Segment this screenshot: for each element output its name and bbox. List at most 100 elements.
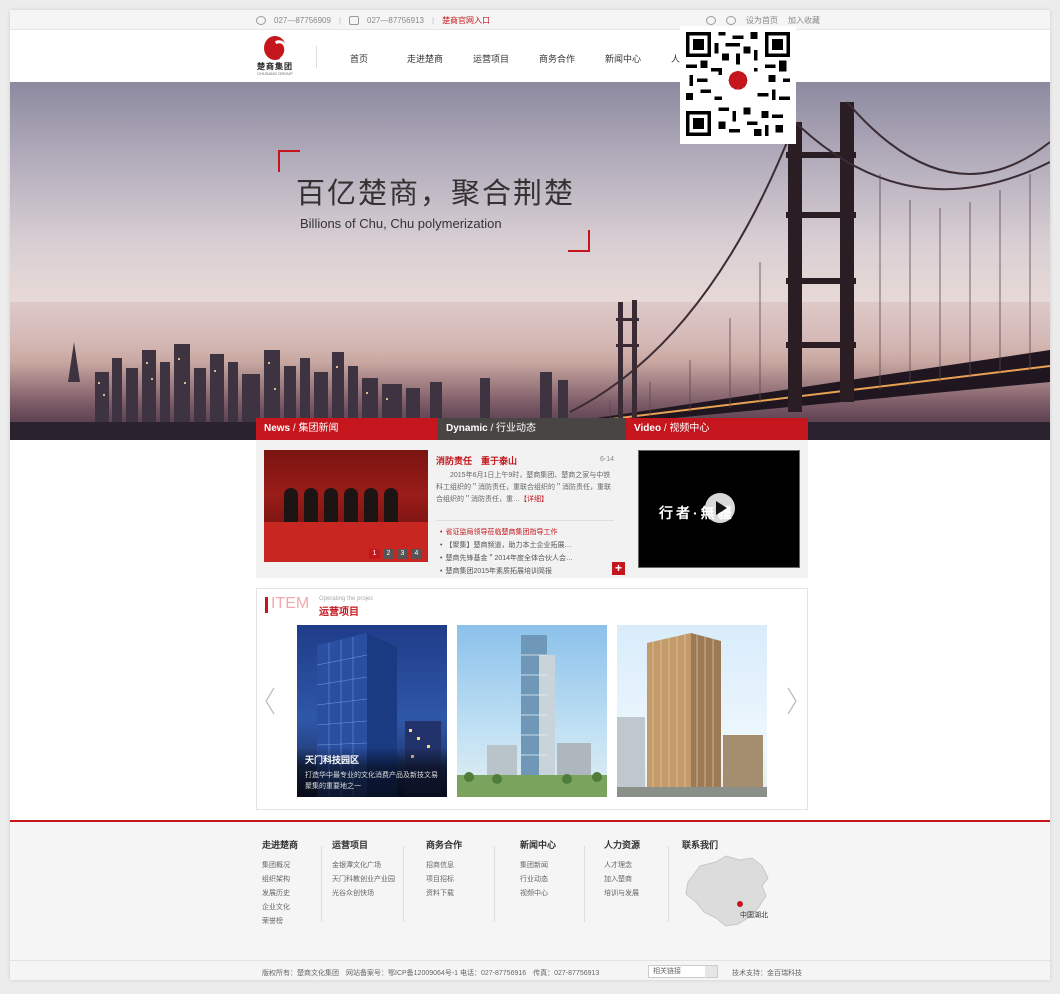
footer-heading: 人力资源: [604, 840, 641, 850]
footer-link[interactable]: 行业动态: [520, 873, 556, 887]
section-big-title: ITEM: [271, 595, 310, 612]
tab-news-zh: / 集团新闻: [292, 423, 339, 434]
project-caption: 天门科技园区 打造华中最专业的文化消费产品及新技文易聚集的重要地之一: [297, 747, 447, 797]
footer-link[interactable]: 集团概况: [262, 859, 298, 873]
china-map[interactable]: 中国湖北: [682, 852, 772, 936]
project-card[interactable]: 天门科技园区 打造华中最专业的文化消费产品及新技文易聚集的重要地之一: [297, 625, 447, 797]
news-photo-people: [284, 488, 398, 524]
list-item[interactable]: 【聚集】楚商频道，助力本土企业拓展…: [440, 539, 573, 552]
footer-divider: [584, 846, 585, 922]
logo[interactable]: 楚商集团 CHUSANG GROUP: [256, 36, 294, 78]
bridge-skyline-image: [10, 101, 1050, 440]
news-date: 6-14: [600, 456, 615, 463]
footer-link[interactable]: 天门科教创业产业园: [332, 873, 395, 887]
hero-banner: 百亿楚商，聚合荆楚 Billions of Chu, Chu polymeriz…: [10, 82, 1050, 440]
carousel-prev-button[interactable]: [265, 687, 275, 715]
fax-icon: [349, 16, 360, 25]
footer-link[interactable]: 组织架构: [262, 873, 298, 887]
qr-code-icon: [686, 32, 790, 136]
tab-video-en: Video: [634, 423, 662, 434]
footer-heading: 走进楚商: [262, 840, 299, 850]
footer-link[interactable]: 人才理念: [604, 859, 640, 873]
weibo-icon[interactable]: [706, 16, 716, 25]
nav-business[interactable]: 商务合作: [524, 52, 590, 65]
tech-support: 技术支持：金百瑞科技: [732, 970, 802, 977]
building-image: [617, 633, 767, 797]
footer-col-hr: 人力资源 人才理念 加入楚商 培训与发展: [604, 838, 640, 901]
phone-icon: [256, 16, 266, 25]
news-divider: [436, 520, 614, 521]
tab-news-en: News: [264, 423, 291, 434]
project-card[interactable]: [457, 625, 607, 797]
copyright-text: 版权所有：楚商文化集团 网站备案号：鄂ICP备12009064号-1 电话：02…: [262, 970, 600, 977]
footer-link[interactable]: 企业文化: [262, 901, 298, 915]
footer-link[interactable]: 光谷众创快场: [332, 887, 395, 901]
video-player[interactable]: 行者·無疆: [638, 450, 800, 568]
header: 楚商集团 CHUSANG GROUP 首页 走进楚商 运营项目 商务合作 新闻中…: [10, 30, 1050, 82]
logo-mark-icon: [264, 36, 286, 60]
news-photo[interactable]: 1 2 3 4: [264, 450, 428, 562]
pager-dot[interactable]: 1: [369, 549, 380, 559]
wechat-icon[interactable]: [726, 16, 736, 25]
footer-link[interactable]: 资料下载: [426, 887, 462, 901]
footer-col-news: 新闻中心 集团新闻 行业动态 视频中心: [520, 838, 556, 901]
nav-projects[interactable]: 运营项目: [458, 52, 524, 65]
portal-link[interactable]: 楚商官网入口: [442, 15, 490, 26]
building-image: [457, 635, 607, 797]
list-item[interactable]: 楚商先锋基金＂2014年度全体合伙人会…: [440, 552, 573, 565]
footer-divider: [321, 846, 322, 922]
related-links-select[interactable]: 相关链接: [648, 965, 718, 978]
footer-link[interactable]: 发展历史: [262, 887, 298, 901]
qr-code: [680, 26, 796, 144]
tab-video[interactable]: Video / 视频中心: [626, 418, 808, 440]
map-label: 中国湖北: [740, 912, 768, 919]
footer-link[interactable]: 招商信息: [426, 859, 462, 873]
favorite-link[interactable]: 加入收藏: [788, 15, 820, 26]
news-list: 省证监局领导莅临楚商集团指导工作 【聚集】楚商频道，助力本土企业拓展… 楚商先锋…: [440, 526, 573, 578]
more-news-button[interactable]: +: [612, 562, 625, 575]
list-item[interactable]: 楚商集团2015年素质拓展培训简报: [440, 565, 573, 578]
nav-about[interactable]: 走进楚商: [392, 52, 458, 65]
footer-link[interactable]: 加入楚商: [604, 873, 640, 887]
tab-news[interactable]: News / 集团新闻: [256, 418, 438, 440]
news-summary: 2015年6月1日上午9时，楚商集团、楚商之家与中铁科工组织的＂消防责任，重联合…: [436, 470, 616, 506]
footer-heading: 运营项目: [332, 840, 369, 850]
footer-col-business: 商务合作 招商信息 项目招标 资料下载: [426, 838, 462, 901]
footer-divider: [403, 846, 404, 922]
pager-dot[interactable]: 4: [411, 549, 422, 559]
top-bar: 027—87756909 | 027—87756913 | 楚商官网入口 设为首…: [10, 10, 1050, 30]
footer-col-projects: 运营项目 金银潭文化广场 天门科教创业产业园 光谷众创快场: [332, 838, 395, 901]
chevron-left-icon: [265, 687, 275, 715]
nav-home[interactable]: 首页: [326, 52, 392, 65]
project-card[interactable]: [617, 625, 767, 797]
china-map-icon: [685, 855, 769, 927]
footer-link[interactable]: 金银潭文化广场: [332, 859, 395, 873]
tab-video-zh: / 视频中心: [663, 423, 710, 434]
nav-news[interactable]: 新闻中心: [590, 52, 656, 65]
chevron-down-icon: [705, 966, 717, 977]
footer: 走进楚商 集团概况 组织架构 发展历史 企业文化 荣誉榜 运营项目 金银潭文化广…: [10, 820, 1050, 980]
top-actions: 设为首页 加入收藏: [706, 15, 820, 26]
tab-dynamic[interactable]: Dynamic / 行业动态: [438, 418, 626, 440]
footer-link[interactable]: 培训与发展: [604, 887, 640, 901]
footer-divider: [668, 846, 669, 922]
footer-link[interactable]: 项目招标: [426, 873, 462, 887]
banner-slogan: 百亿楚商，聚合荆楚 Billions of Chu, Chu polymeriz…: [278, 150, 598, 252]
footer-link[interactable]: 视频中心: [520, 887, 556, 901]
section-tabs: News / 集团新闻 Dynamic / 行业动态 Video / 视频中心: [256, 418, 808, 440]
section-subtitle: Operating the projec: [319, 596, 374, 602]
list-item[interactable]: 省证监局领导莅临楚商集团指导工作: [440, 526, 573, 539]
pager-dot[interactable]: 2: [383, 549, 394, 559]
pager-dot[interactable]: 3: [397, 549, 408, 559]
separator: |: [431, 16, 435, 25]
section-accent: [265, 597, 268, 613]
set-home-link[interactable]: 设为首页: [746, 15, 778, 26]
play-icon[interactable]: [705, 493, 735, 523]
carousel-next-button[interactable]: [787, 687, 797, 715]
projects-section: ITEM Operating the projec 运营项目 天门科技园区 打造…: [256, 588, 808, 810]
footer-link[interactable]: 荣誉榜: [262, 915, 298, 929]
header-divider: [316, 46, 317, 68]
news-more-link[interactable]: 【详细】: [520, 496, 548, 503]
news-headline[interactable]: 消防责任 重于泰山: [436, 454, 517, 467]
footer-link[interactable]: 集团新闻: [520, 859, 556, 873]
